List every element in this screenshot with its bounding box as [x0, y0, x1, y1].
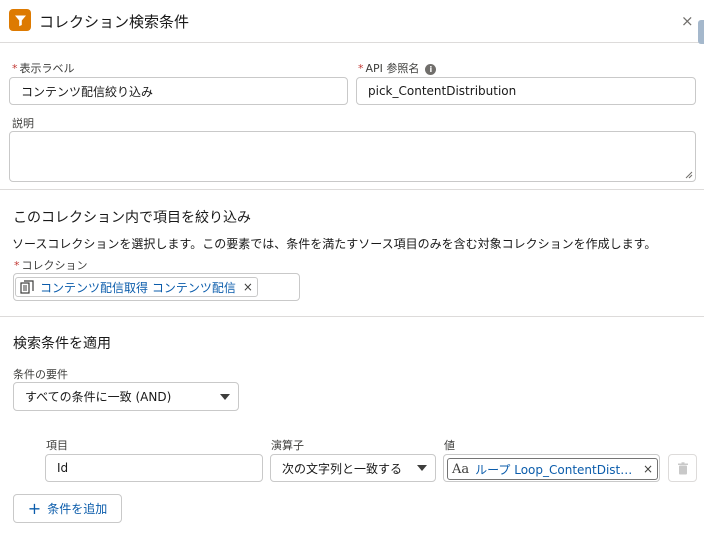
resize-grip-icon[interactable] — [685, 171, 693, 179]
requirement-select[interactable]: すべての条件に一致 (AND) — [13, 382, 239, 411]
requirement-select-value: すべての条件に一致 (AND) — [25, 390, 172, 404]
filter-help-text: ソースコレクションを選択します。この要素では、条件を満たすソース項目のみを含む対… — [12, 237, 657, 251]
collection-icon — [20, 280, 34, 294]
filter-icon — [9, 9, 31, 31]
operator-select-value: 次の文字列と一致する — [282, 461, 403, 476]
add-condition-label: 条件を追加 — [47, 502, 108, 516]
required-mark: * — [358, 62, 364, 75]
panel-title: コレクション検索条件 — [39, 13, 190, 31]
info-icon[interactable]: i — [425, 64, 437, 75]
divider — [0, 316, 704, 317]
condition-field-input[interactable]: Id — [45, 454, 263, 482]
operator-column-label: 演算子 — [271, 439, 304, 452]
delete-condition-button[interactable] — [668, 454, 697, 482]
api-name-input[interactable]: pick_ContentDistribution — [356, 77, 696, 105]
plus-icon: + — [27, 498, 42, 518]
chevron-down-icon — [417, 465, 427, 471]
field-column-label: 項目 — [46, 439, 68, 452]
required-mark: * — [14, 259, 20, 272]
add-condition-button[interactable]: + 条件を追加 — [13, 494, 122, 523]
api-name-field-label: * API 参照名 i — [358, 60, 437, 76]
requirement-label: 条件の要件 — [13, 368, 68, 381]
collection-pill-label: コンテンツ配信取得 コンテンツ配信 — [40, 280, 236, 295]
chevron-down-icon — [220, 393, 230, 400]
conditions-section-title: 検索条件を適用 — [13, 336, 111, 352]
side-panel-tab[interactable] — [698, 20, 704, 44]
collection-label: * コレクション — [14, 259, 88, 272]
panel-header: コレクション検索条件 × — [0, 0, 704, 44]
required-mark: * — [12, 62, 18, 75]
remove-collection-icon[interactable]: × — [243, 280, 253, 294]
label-field-label: * 表示ラベル — [12, 62, 75, 75]
value-column-label: 値 — [444, 439, 455, 452]
trash-icon — [677, 461, 688, 474]
description-textarea[interactable] — [9, 131, 696, 182]
close-icon[interactable]: × — [681, 12, 694, 30]
text-type-icon: Aa — [452, 461, 470, 477]
condition-operator-select[interactable]: 次の文字列と一致する — [270, 454, 436, 482]
condition-value-label: ループ Loop_ContentDistribut... — [475, 462, 636, 477]
description-label: 説明 — [12, 117, 34, 130]
divider — [0, 189, 704, 190]
remove-value-icon[interactable]: × — [643, 462, 653, 476]
condition-value-box[interactable]: Aa ループ Loop_ContentDistribut... × — [443, 454, 660, 482]
collection-pill[interactable]: コンテンツ配信取得 コンテンツ配信 × — [15, 277, 258, 297]
condition-value-pill[interactable]: Aa ループ Loop_ContentDistribut... × — [447, 458, 658, 480]
filter-section-title: このコレクション内で項目を絞り込み — [13, 210, 251, 226]
label-input[interactable]: コンテンツ配信絞り込み — [9, 77, 348, 105]
